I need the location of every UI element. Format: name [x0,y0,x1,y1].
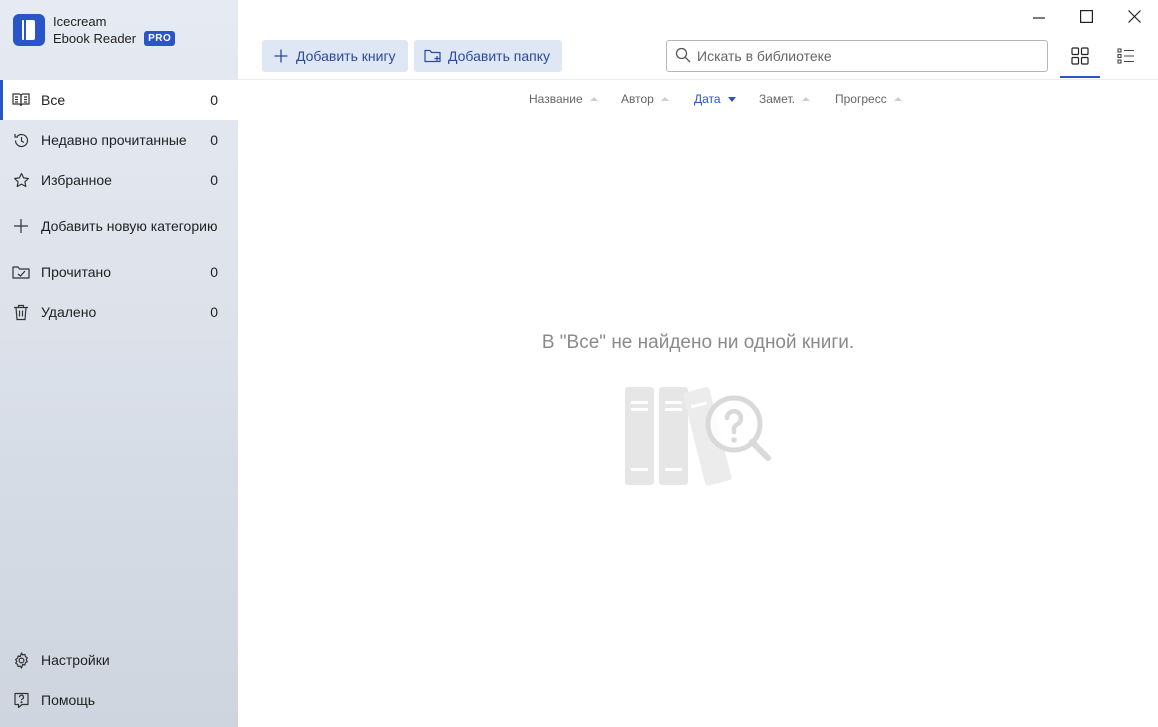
sidebar-item-add-category[interactable]: Добавить новую категорию [0,206,238,246]
help-icon [12,691,30,709]
sort-arrow-up-icon [589,97,598,101]
gear-icon [12,651,30,669]
search-input[interactable] [697,48,1027,64]
app-name-line1: Icecream [53,14,107,29]
sidebar-item-count: 0 [210,92,218,108]
add-folder-button[interactable]: Добавить папку [414,40,562,72]
sort-by-notes[interactable]: Замет. [759,92,810,106]
sidebar-bottom-nav: Настройки Помощь [0,640,238,720]
add-book-button[interactable]: Добавить книгу [262,40,408,72]
maximize-button[interactable] [1072,4,1100,28]
sidebar-item-count: 0 [210,304,218,320]
trash-icon [12,303,30,321]
sidebar-item-help[interactable]: Помощь [0,680,238,720]
search-box[interactable] [666,40,1048,72]
grid-view-button[interactable] [1060,40,1100,72]
sidebar-item-settings[interactable]: Настройки [0,640,238,680]
history-icon [12,131,30,149]
folder-plus-icon [424,47,442,65]
sort-by-author[interactable]: Автор [621,92,669,106]
sidebar-item-read[interactable]: Прочитано 0 [0,252,238,292]
search-icon [675,47,691,66]
pro-badge: PRO [144,31,176,46]
sidebar-item-count: 0 [210,132,218,148]
app-name-line2: Ebook Reader [53,31,137,46]
add-folder-label: Добавить папку [448,48,550,64]
sidebar-item-label: Избранное [41,172,112,188]
sort-arrow-up-icon [893,97,902,101]
star-icon [12,171,30,189]
sort-by-progress[interactable]: Прогресс [835,92,902,106]
sidebar-item-label: Помощь [41,692,96,708]
sort-arrow-up-icon [801,97,810,101]
app-logo-icon [13,14,45,46]
minimize-button[interactable] [1025,4,1053,28]
sidebar-item-count: 0 [210,264,218,280]
sidebar-item-label: Все [41,92,66,108]
sidebar: Icecream Ebook Reader PRO Все 0 Недавно … [0,0,238,727]
empty-state-message: В "Все" не найдено ни одной книги. [541,332,855,353]
app-brand: Icecream Ebook Reader PRO [13,12,176,48]
sort-by-date[interactable]: Дата [694,92,736,106]
sort-by-title[interactable]: Название [529,92,598,106]
sidebar-item-recent[interactable]: Недавно прочитанные 0 [0,120,238,160]
sidebar-item-label: Добавить новую категорию [41,218,218,234]
toolbar-divider [238,79,1158,80]
sidebar-item-favorites[interactable]: Избранное 0 [0,160,238,200]
sort-arrow-down-icon [727,96,736,102]
close-button[interactable] [1120,4,1148,28]
plus-icon [12,217,30,235]
sidebar-item-label: Недавно прочитанные [41,132,187,148]
folder-check-icon [12,263,30,281]
add-book-label: Добавить книгу [296,48,396,64]
list-view-button[interactable] [1106,40,1146,72]
sidebar-nav: Все 0 Недавно прочитанные 0 Избранное 0 … [0,80,238,332]
book-open-icon [12,91,30,109]
sidebar-item-label: Прочитано [41,264,111,280]
sort-arrow-up-icon [660,97,669,101]
sort-bar: Название Автор Дата Замет. Прогресс [238,92,1158,110]
sidebar-item-deleted[interactable]: Удалено 0 [0,292,238,332]
sidebar-item-label: Удалено [41,304,97,320]
active-view-indicator [1060,76,1100,78]
plus-icon [272,47,290,65]
sidebar-item-count: 0 [210,172,218,188]
sidebar-item-label: Настройки [41,652,110,668]
main-panel: Добавить книгу Добавить папку Название А… [238,0,1158,727]
sidebar-item-all[interactable]: Все 0 [0,80,238,120]
empty-library-illustration-icon [624,382,774,493]
